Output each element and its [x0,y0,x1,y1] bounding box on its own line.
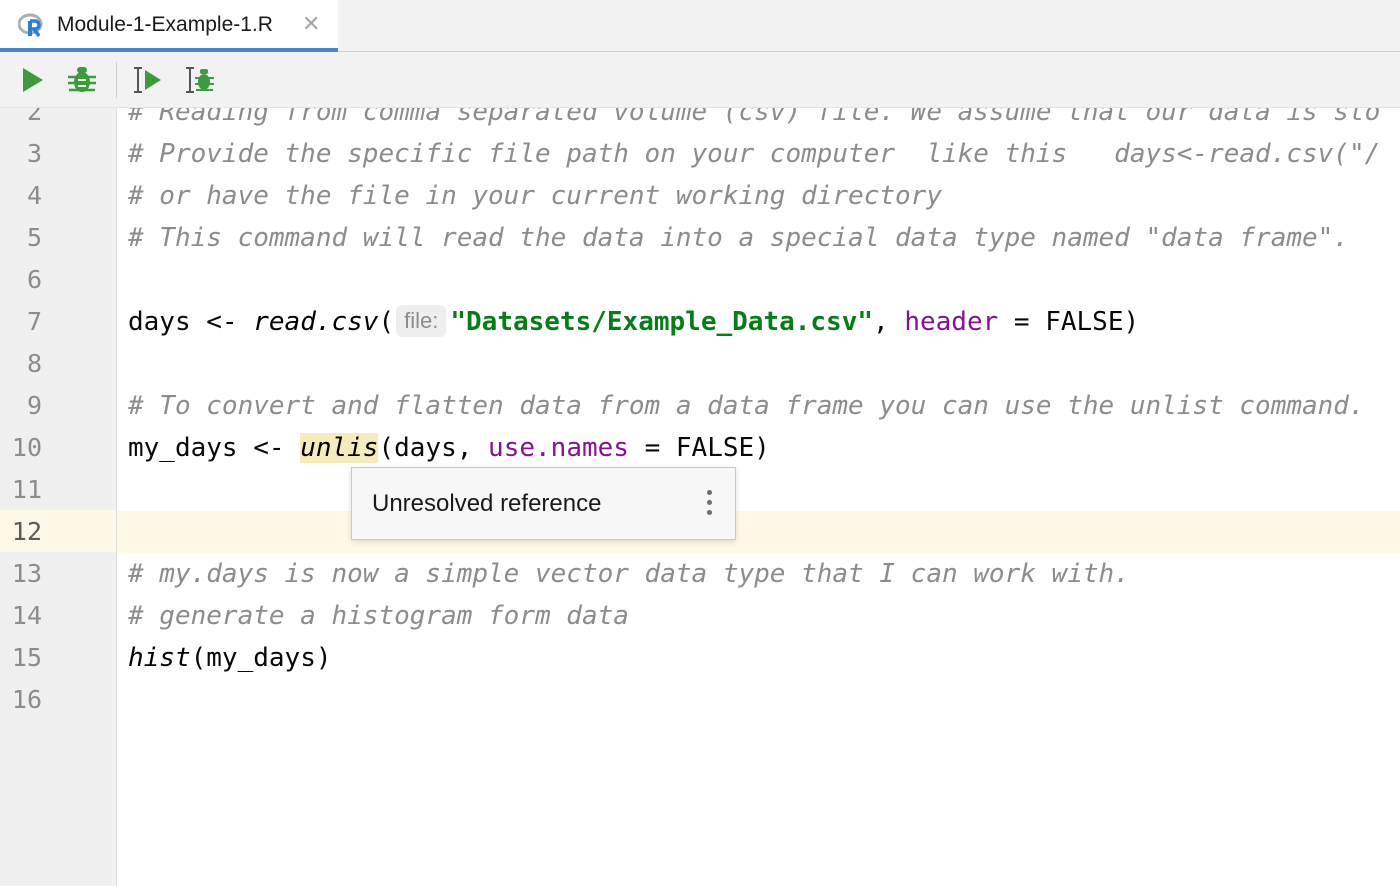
code-line-3[interactable]: # Provide the specific file path on your… [128,133,1380,175]
run-selection-icon[interactable] [132,64,164,96]
code-line-2[interactable]: # Reading from comma separated volume (c… [128,108,1380,133]
code-line-13[interactable]: # my.days is now a simple vector data ty… [128,553,1130,595]
line-number: 14 [11,601,42,630]
parameter-hint: file: [396,305,447,337]
toolbar-separator [116,62,117,98]
line-number: 9 [26,391,42,420]
tooltip-message: Unresolved reference [372,490,602,517]
line-number: 11 [11,475,42,504]
code-line-4[interactable]: # or have the file in your current worki… [128,175,942,217]
run-icon[interactable] [16,64,48,96]
r-language-icon [18,13,43,38]
editor-tab-bar: Module-1-Example-1.R ✕ [0,0,1400,52]
more-vertical-icon[interactable] [702,490,716,520]
unresolved-reference[interactable]: unlis [300,433,379,463]
code-token: my_days <- [128,433,301,463]
line-number: 8 [26,349,42,378]
code-token: = FALSE) [628,433,770,463]
function-name: hist [128,643,191,673]
run-toolbar [0,52,1400,108]
tab-module-1-example-1[interactable]: Module-1-Example-1.R ✕ [0,0,338,52]
line-number-gutter[interactable]: 2 3 4 5 6 7 8 9 10 11 12 13 14 15 16 [0,108,117,886]
debug-icon[interactable] [66,64,98,96]
line-number: 13 [11,559,42,588]
line-number: 4 [26,181,42,210]
code-token: = FALSE) [998,307,1140,337]
code-line-10[interactable]: my_days <- unlis(days, use.names = FALSE… [128,427,770,469]
code-token: (my_days) [190,643,332,673]
line-number: 3 [26,139,42,168]
function-name: read.csv [253,307,379,337]
code-line-7[interactable]: days <- read.csv(file: "Datasets/Example_… [128,301,1139,343]
close-icon[interactable]: ✕ [302,12,320,36]
line-number: 6 [26,265,42,294]
named-argument: header [904,307,999,337]
code-token: ( [378,307,395,337]
code-editor[interactable]: # Reading from comma separated volume (c… [117,108,1400,886]
code-line-15[interactable]: hist(my_days) [128,637,332,679]
tab-title: Module-1-Example-1.R [57,13,273,36]
line-number: 10 [11,433,42,462]
debug-selection-icon[interactable] [184,64,216,96]
line-number-current: 12 [11,517,42,546]
code-token: days <- [128,307,254,337]
code-token: , [873,307,905,337]
current-line-highlight [117,511,1400,553]
code-line-9[interactable]: # To convert and flatten data from a dat… [128,385,1365,427]
line-number: 16 [11,685,42,714]
line-number: 7 [26,307,42,336]
line-number: 2 [26,108,42,126]
code-token: (days, [378,433,489,463]
inspection-tooltip: Unresolved reference [351,467,736,540]
code-line-5[interactable]: # This command will read the data into a… [128,217,1349,259]
string-literal: "Datasets/Example_Data.csv" [450,307,874,337]
code-line-14[interactable]: # generate a histogram form data [128,595,629,637]
line-number: 5 [26,223,42,252]
named-argument: use.names [488,433,629,463]
line-number: 15 [11,643,42,672]
